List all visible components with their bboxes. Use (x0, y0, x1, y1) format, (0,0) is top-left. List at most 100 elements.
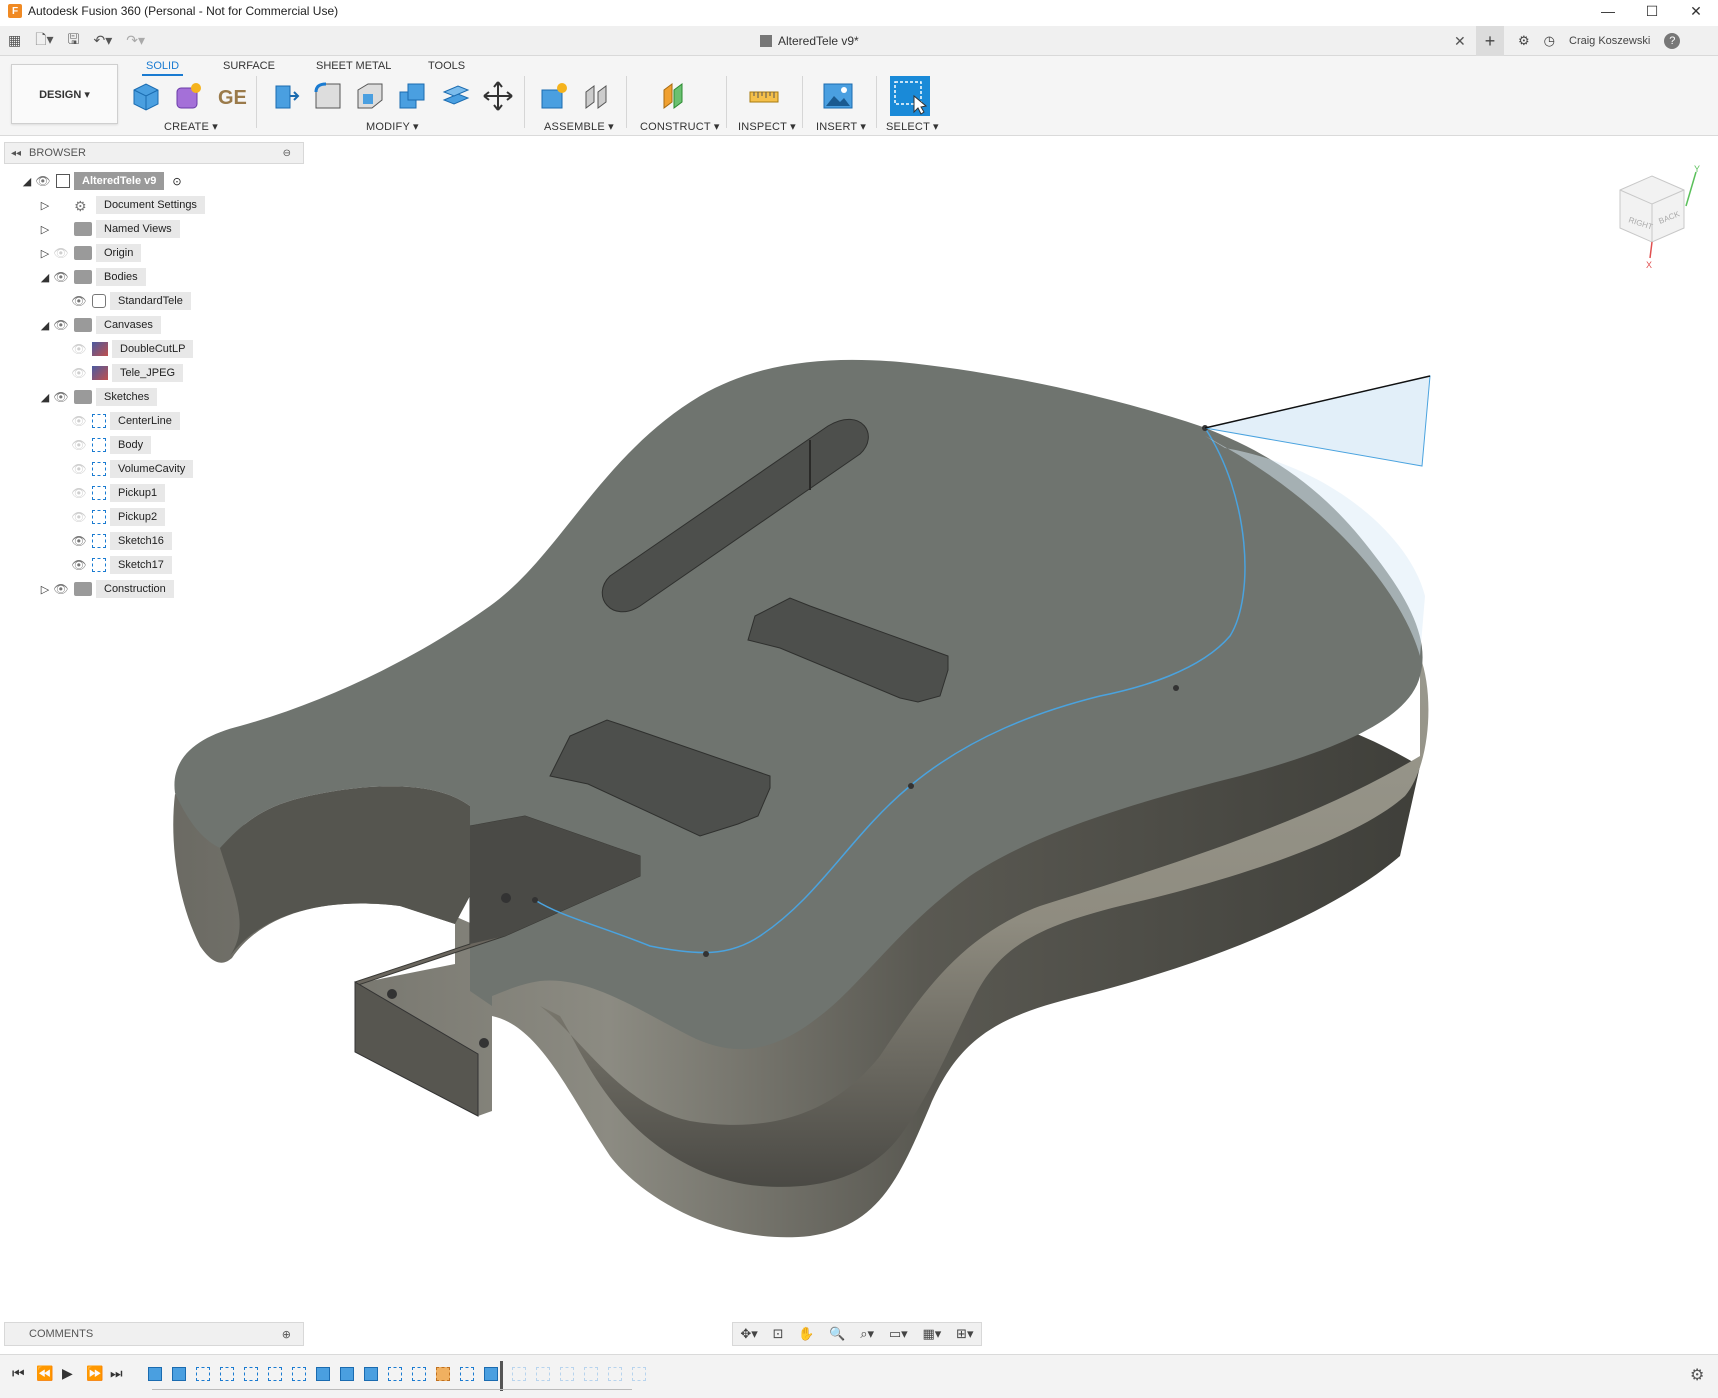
visibility-eye-icon[interactable]: 👁 (52, 246, 70, 260)
timeline-sketch-feature[interactable] (388, 1367, 402, 1381)
job-status-icon[interactable]: ◷ (1544, 33, 1555, 49)
timeline-play-icon[interactable]: ▶ (62, 1365, 73, 1382)
browser-item-bodies[interactable]: ◢ 👁 Bodies (38, 266, 146, 288)
orbit-icon[interactable]: ✥▾ (740, 1326, 757, 1342)
timeline-sketch-feature[interactable] (268, 1367, 282, 1381)
browser-item-pickup2[interactable]: 👁 Pickup2 (56, 506, 166, 528)
browser-item-named-views[interactable]: ▷ Named Views (38, 218, 180, 240)
browser-minus-icon[interactable]: ⊖ (283, 148, 291, 159)
visibility-eye-icon[interactable]: 👁 (52, 270, 70, 284)
visibility-eye-icon[interactable]: 👁 (70, 414, 88, 428)
expanded-triangle-icon[interactable]: ◢ (38, 271, 52, 284)
timeline-sketch-feature[interactable] (292, 1367, 306, 1381)
extensions-icon[interactable]: ⚙ (1518, 33, 1530, 49)
workspace-switcher[interactable]: DESIGN ▾ (11, 64, 118, 124)
collapsed-triangle-icon[interactable]: ▷ (38, 223, 52, 236)
browser-item-sketch16[interactable]: 👁 Sketch16 (56, 530, 172, 552)
fit-icon[interactable]: ⌕▾ (860, 1326, 874, 1342)
pan-icon[interactable]: ✋ (798, 1326, 814, 1342)
timeline-settings-icon[interactable]: ⚙ (1690, 1365, 1704, 1385)
visibility-eye-icon[interactable]: 👁 (70, 534, 88, 548)
create-menu[interactable]: CREATE ▾ (164, 120, 218, 133)
visibility-eye-icon[interactable]: 👁 (70, 486, 88, 500)
combine-icon[interactable] (396, 80, 428, 112)
offset-plane-icon[interactable] (658, 80, 690, 112)
maximize-button[interactable]: ☐ (1630, 0, 1674, 22)
comments-panel[interactable]: COMMENTS ⊕ (4, 1322, 304, 1346)
offset-face-icon[interactable] (440, 80, 472, 112)
browser-item-alteredtele-v9[interactable]: ◢ 👁 AlteredTele v9 ⊙ (20, 170, 182, 192)
visibility-eye-icon[interactable]: 👁 (70, 342, 88, 356)
activate-component-icon[interactable]: ⊙ (172, 175, 181, 188)
look-at-icon[interactable]: ⊡ (773, 1326, 784, 1342)
visibility-eye-icon[interactable]: 👁 (34, 174, 52, 188)
redo-icon[interactable]: ↷▾ (126, 32, 145, 49)
timeline-marker[interactable] (500, 1361, 503, 1391)
collapsed-triangle-icon[interactable]: ▷ (38, 199, 52, 212)
tab-sheet-metal[interactable]: SHEET METAL (312, 58, 395, 74)
measure-icon[interactable] (748, 80, 780, 112)
browser-item-document-settings[interactable]: ▷ ⚙ Document Settings (38, 194, 205, 216)
timeline-suppressed-feature[interactable] (536, 1367, 550, 1381)
3d-viewport[interactable]: RIGHT BACK Y X (0, 136, 1718, 1318)
timeline-suppressed-feature[interactable] (608, 1367, 622, 1381)
sketch-point[interactable] (703, 951, 709, 957)
collapse-browser-icon[interactable]: ◂◂ (11, 148, 21, 159)
expanded-triangle-icon[interactable]: ◢ (20, 175, 34, 188)
timeline-extrude-feature[interactable] (316, 1367, 330, 1381)
shell-icon[interactable] (354, 80, 386, 112)
collapsed-triangle-icon[interactable]: ▷ (38, 247, 52, 260)
browser-item-sketches[interactable]: ◢ 👁 Sketches (38, 386, 158, 408)
timeline-suppressed-feature[interactable] (584, 1367, 598, 1381)
collapsed-triangle-icon[interactable]: ▷ (38, 583, 52, 596)
move-copy-icon[interactable] (482, 80, 514, 112)
ge-add-in-icon[interactable]: GE (216, 80, 248, 112)
visibility-eye-icon[interactable]: 👁 (70, 510, 88, 524)
new-component-icon[interactable] (130, 80, 162, 112)
browser-item-canvases[interactable]: ◢ 👁 Canvases (38, 314, 161, 336)
timeline-fillet-feature[interactable] (436, 1367, 450, 1381)
assemble-menu[interactable]: ASSEMBLE ▾ (544, 120, 614, 133)
select-menu[interactable]: SELECT ▾ (886, 120, 939, 133)
timeline-extrude-feature[interactable] (340, 1367, 354, 1381)
timeline-prev-icon[interactable]: ⏪ (36, 1365, 53, 1382)
visibility-eye-icon[interactable]: 👁 (52, 318, 70, 332)
timeline-suppressed-feature[interactable] (560, 1367, 574, 1381)
fillet-icon[interactable] (312, 80, 344, 112)
insert-menu[interactable]: INSERT ▾ (816, 120, 866, 133)
timeline-first-icon[interactable]: ⏮ (12, 1365, 25, 1382)
create-form-icon[interactable] (172, 80, 204, 112)
expanded-triangle-icon[interactable]: ◢ (38, 319, 52, 332)
zoom-icon[interactable]: 🔍 (829, 1326, 845, 1342)
tab-solid[interactable]: SOLID (142, 58, 184, 76)
view-cube[interactable]: RIGHT BACK Y X (1619, 164, 1700, 270)
visibility-eye-icon[interactable]: 👁 (70, 366, 88, 380)
visibility-eye-icon[interactable]: 👁 (70, 558, 88, 572)
press-pull-icon[interactable] (270, 80, 302, 112)
visibility-eye-icon[interactable]: 👁 (70, 462, 88, 476)
browser-item-tele-jpeg[interactable]: 👁 Tele_JPEG (56, 362, 184, 384)
select-tool-icon[interactable] (890, 76, 930, 116)
visibility-eye-icon[interactable]: 👁 (52, 390, 70, 404)
browser-item-centerline[interactable]: 👁 CenterLine (56, 410, 180, 432)
visibility-eye-icon[interactable]: 👁 (70, 294, 88, 308)
browser-item-sketch17[interactable]: 👁 Sketch17 (56, 554, 172, 576)
sketch-point[interactable] (532, 897, 538, 903)
sketch-point[interactable] (1173, 685, 1179, 691)
timeline-last-icon[interactable]: ⏭ (110, 1365, 123, 1382)
add-comment-icon[interactable]: ⊕ (282, 1328, 291, 1341)
tab-surface[interactable]: SURFACE (219, 58, 279, 74)
modify-menu[interactable]: MODIFY ▾ (366, 120, 419, 133)
close-tab-button[interactable]: ✕ (1454, 33, 1466, 50)
minimize-button[interactable]: — (1586, 0, 1630, 22)
browser-item-construction[interactable]: ▷ 👁 Construction (38, 578, 174, 600)
insert-canvas-icon[interactable] (822, 80, 854, 112)
timeline-sketch-feature[interactable] (244, 1367, 258, 1381)
construct-menu[interactable]: CONSTRUCT ▾ (640, 120, 720, 133)
user-name[interactable]: Craig Koszewski (1569, 35, 1650, 47)
close-window-button[interactable]: ✕ (1674, 0, 1718, 22)
timeline-suppressed-feature[interactable] (512, 1367, 526, 1381)
expanded-triangle-icon[interactable]: ◢ (38, 391, 52, 404)
timeline-suppressed-feature[interactable] (632, 1367, 646, 1381)
save-icon[interactable]: 🖫 (68, 29, 80, 53)
